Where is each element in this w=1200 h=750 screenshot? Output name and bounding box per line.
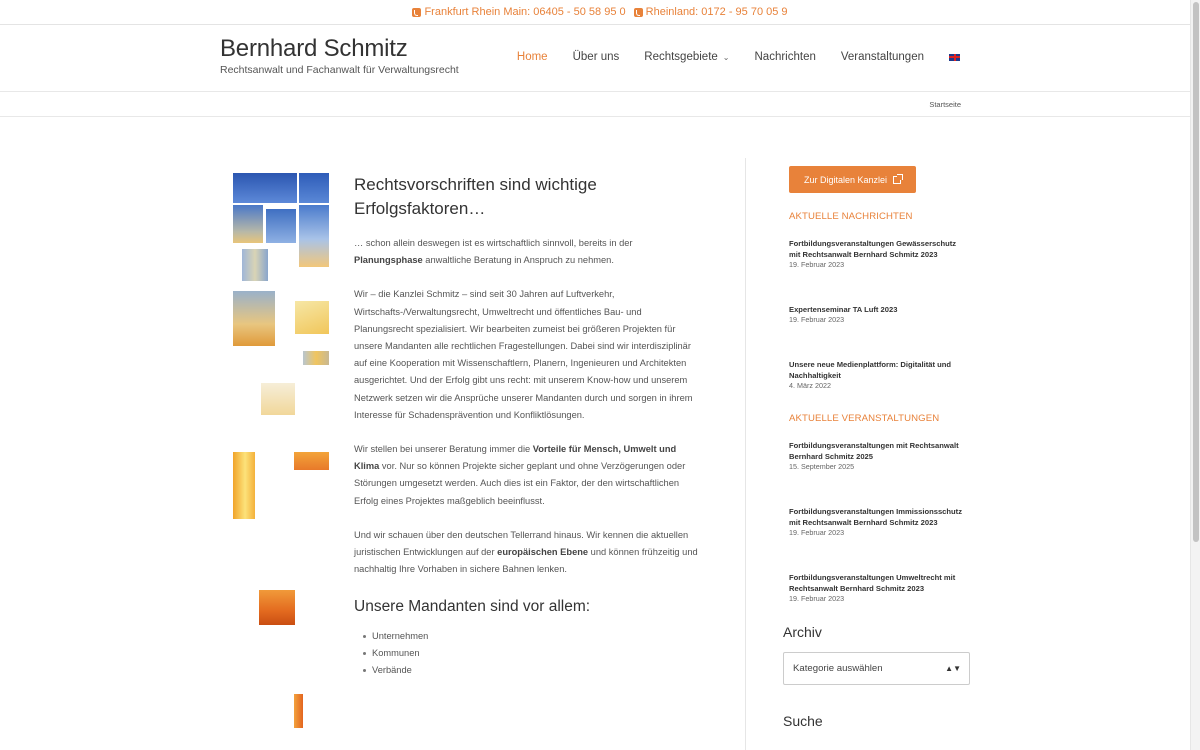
mosaic-tile [294, 694, 303, 728]
mosaic-tile [259, 590, 295, 625]
mosaic-tile [233, 205, 263, 243]
clients-list: Unternehmen Kommunen Verbände [354, 628, 699, 679]
nav-item-rechtsgebiete[interactable]: Rechtsgebiete ⌄ [644, 51, 729, 63]
search-heading: Suche [783, 713, 823, 729]
mosaic-tile [303, 351, 329, 365]
nav-label: Rechtsgebiete [644, 51, 718, 63]
mosaic-tile [233, 173, 297, 203]
nav-label: Veranstaltungen [840, 51, 924, 63]
emphasis: Planungsphase [354, 255, 423, 266]
article-heading: Rechtsvorschriften sind wichtige Erfolgs… [354, 175, 597, 218]
site-brand[interactable]: Bernhard Schmitz Rechtsanwalt und Fachan… [220, 35, 459, 76]
sidebar: Zur Digitalen Kanzlei AKTUELLE NACHRICHT… [783, 166, 973, 729]
select-arrow-icon: ▲▼ [945, 664, 961, 673]
post-date: 19. Februar 2023 [789, 260, 845, 269]
text-span: Wir stellen bei unserer Beratung immer d… [354, 444, 533, 455]
post-title[interactable]: Fortbildungsveranstaltungen mit Rechtsan… [789, 440, 969, 462]
nav-item-language[interactable] [949, 53, 960, 61]
phone-icon [412, 7, 422, 17]
mosaic-tile [233, 291, 275, 346]
site-title[interactable]: Bernhard Schmitz [220, 35, 459, 63]
page-scrollbar[interactable] [1190, 0, 1200, 750]
uk-flag-icon [949, 53, 960, 61]
post-title[interactable]: Expertenseminar TA Luft 2023 [789, 304, 969, 315]
nav-item-events[interactable]: Veranstaltungen [841, 51, 924, 63]
external-link-icon [893, 173, 904, 184]
list-item: Kommunen [363, 645, 699, 662]
phone-frankfurt[interactable]: Frankfurt Rhein Main: 06405 - 50 58 95 0 [412, 6, 626, 18]
event-item[interactable]: Fortbildungsveranstaltungen Umweltrecht … [789, 572, 969, 604]
article-paragraph: Und wir schauen über den deutschen Telle… [354, 527, 699, 579]
emphasis: europäischen Ebene [497, 547, 589, 558]
article-paragraph: … schon allein deswegen ist es wirtschaf… [354, 235, 699, 269]
archive-category-select[interactable]: Kategorie auswählen ▲▼ [783, 652, 970, 685]
page-content: Rechtsvorschriften sind wichtige Erfolgs… [0, 118, 1200, 750]
nav-item-about[interactable]: Über uns [573, 51, 620, 63]
mosaic-tile [299, 205, 329, 267]
breadcrumb-bar: Startseite [0, 92, 1200, 117]
article-paragraph: Wir – die Kanzlei Schmitz – sind seit 30… [354, 289, 693, 420]
nav-label: Nachrichten [754, 51, 816, 63]
post-title[interactable]: Fortbildungsveranstaltungen Immissionssc… [789, 506, 969, 528]
news-item[interactable]: Fortbildungsveranstaltungen Gewässerschu… [789, 238, 969, 270]
chevron-down-icon: ⌄ [722, 52, 730, 62]
text-span: anwaltliche Beratung in Anspruch zu nehm… [422, 255, 614, 266]
list-item: Unternehmen [363, 628, 699, 645]
phone-frankfurt-text[interactable]: Frankfurt Rhein Main: 06405 - 50 58 95 0 [424, 6, 625, 18]
mosaic-tile [299, 173, 329, 203]
mosaic-tile [295, 301, 329, 334]
text-span: … schon allein deswegen ist es wirtschaf… [354, 238, 633, 248]
event-item[interactable]: Fortbildungsveranstaltungen mit Rechtsan… [789, 440, 969, 472]
post-title[interactable]: Unsere neue Medienplattform: Digitalität… [789, 359, 969, 381]
news-heading: AKTUELLE NACHRICHTEN [789, 211, 913, 222]
main-article: Rechtsvorschriften sind wichtige Erfolgs… [354, 173, 699, 679]
article-paragraph: Wir stellen bei unserer Beratung immer d… [354, 441, 699, 510]
site-subtitle: Rechtsanwalt und Fachanwalt für Verwaltu… [220, 64, 459, 76]
breadcrumb[interactable]: Startseite [929, 100, 961, 109]
main-nav: Home Über uns Rechtsgebiete ⌄ Nachrichten… [517, 51, 960, 63]
sky-mosaic-image [233, 173, 333, 733]
column-divider [745, 158, 746, 750]
phone-icon [633, 7, 643, 17]
text-span: vor. Nur so können Projekte sicher gepla… [354, 461, 686, 506]
mosaic-tile [233, 452, 255, 519]
mosaic-tile [242, 249, 268, 281]
post-title[interactable]: Fortbildungsveranstaltungen Umweltrecht … [789, 572, 969, 594]
nav-item-home[interactable]: Home [517, 51, 548, 63]
phone-rheinland[interactable]: Rheinland: 0172 - 95 70 05 9 [633, 6, 788, 18]
nav-label: Home [516, 51, 548, 63]
news-item[interactable]: Expertenseminar TA Luft 2023 19. Februar… [789, 304, 969, 325]
mosaic-tile [261, 383, 295, 415]
button-label: Zur Digitalen Kanzlei [804, 174, 888, 185]
post-date: 4. März 2022 [789, 381, 831, 390]
mosaic-tile [294, 452, 329, 470]
site-header: Bernhard Schmitz Rechtsanwalt und Fachan… [0, 25, 1200, 92]
select-value: Kategorie auswählen [793, 663, 883, 674]
nav-item-news[interactable]: Nachrichten [755, 51, 816, 63]
clients-heading: Unsere Mandanten sind vor allem: [354, 598, 591, 616]
post-date: 19. Februar 2023 [789, 315, 845, 324]
nav-label: Über uns [572, 51, 620, 63]
top-contact-bar: Frankfurt Rhein Main: 06405 - 50 58 95 0… [0, 0, 1200, 25]
post-date: 19. Februar 2023 [789, 594, 845, 603]
archive-heading: Archiv [783, 624, 822, 640]
news-item[interactable]: Unsere neue Medienplattform: Digitalität… [789, 359, 969, 391]
post-date: 19. Februar 2023 [789, 528, 845, 537]
event-item[interactable]: Fortbildungsveranstaltungen Immissionssc… [789, 506, 969, 538]
digital-kanzlei-button[interactable]: Zur Digitalen Kanzlei [789, 166, 917, 193]
post-title[interactable]: Fortbildungsveranstaltungen Gewässerschu… [789, 238, 969, 260]
post-date: 15. September 2025 [789, 462, 855, 471]
scrollbar-thumb[interactable] [1193, 2, 1199, 542]
events-heading: AKTUELLE VERANSTALTUNGEN [789, 413, 940, 424]
phone-rheinland-text[interactable]: Rheinland: 0172 - 95 70 05 9 [646, 6, 788, 18]
mosaic-tile [266, 209, 296, 243]
list-item: Verbände [363, 662, 699, 679]
